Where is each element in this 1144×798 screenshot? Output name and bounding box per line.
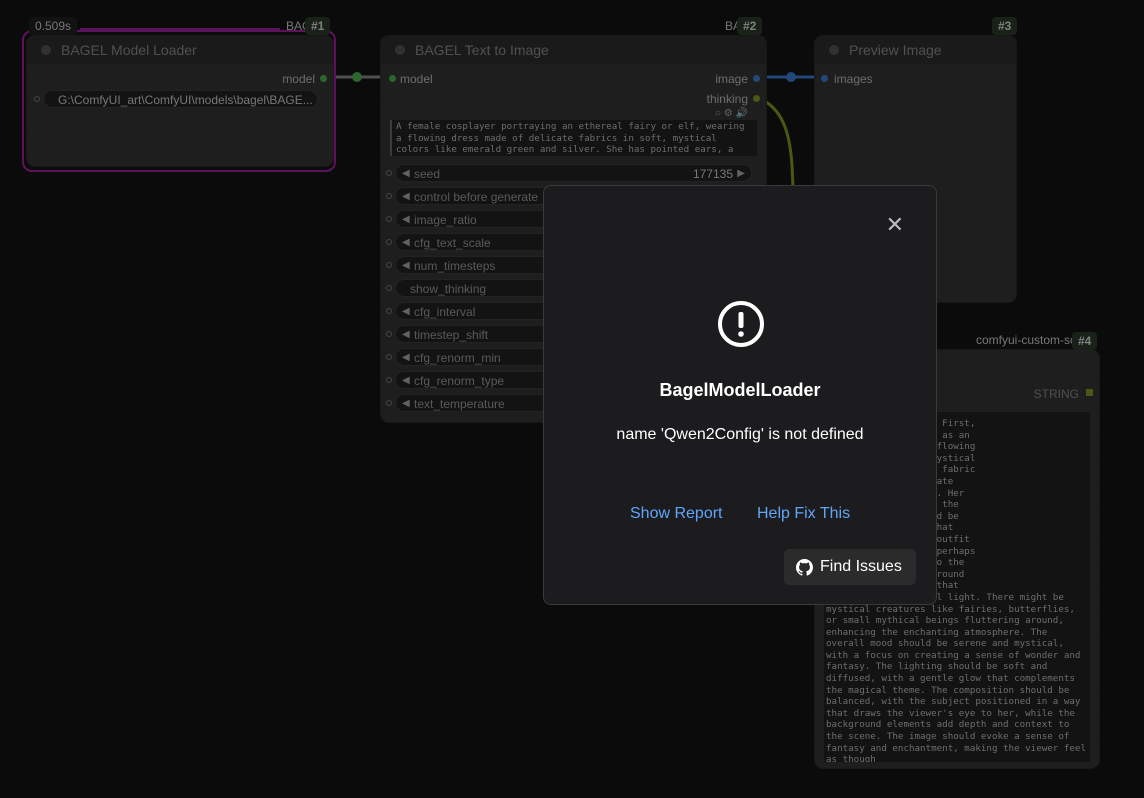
github-icon: [796, 559, 813, 576]
error-icon: [718, 301, 764, 347]
find-issues-button[interactable]: Find Issues: [784, 549, 916, 585]
dialog-title: BagelModelLoader: [659, 380, 821, 400]
dialog-message: name 'Qwen2Config' is not defined: [616, 426, 864, 443]
help-fix-button[interactable]: Help Fix This: [757, 505, 850, 523]
show-report-button[interactable]: Show Report: [630, 505, 723, 523]
close-icon[interactable]: ✕: [886, 214, 904, 236]
find-issues-label: Find Issues: [820, 558, 902, 575]
error-dialog: ✕ BagelModelLoader name 'Qwen2Config' is…: [543, 185, 937, 605]
